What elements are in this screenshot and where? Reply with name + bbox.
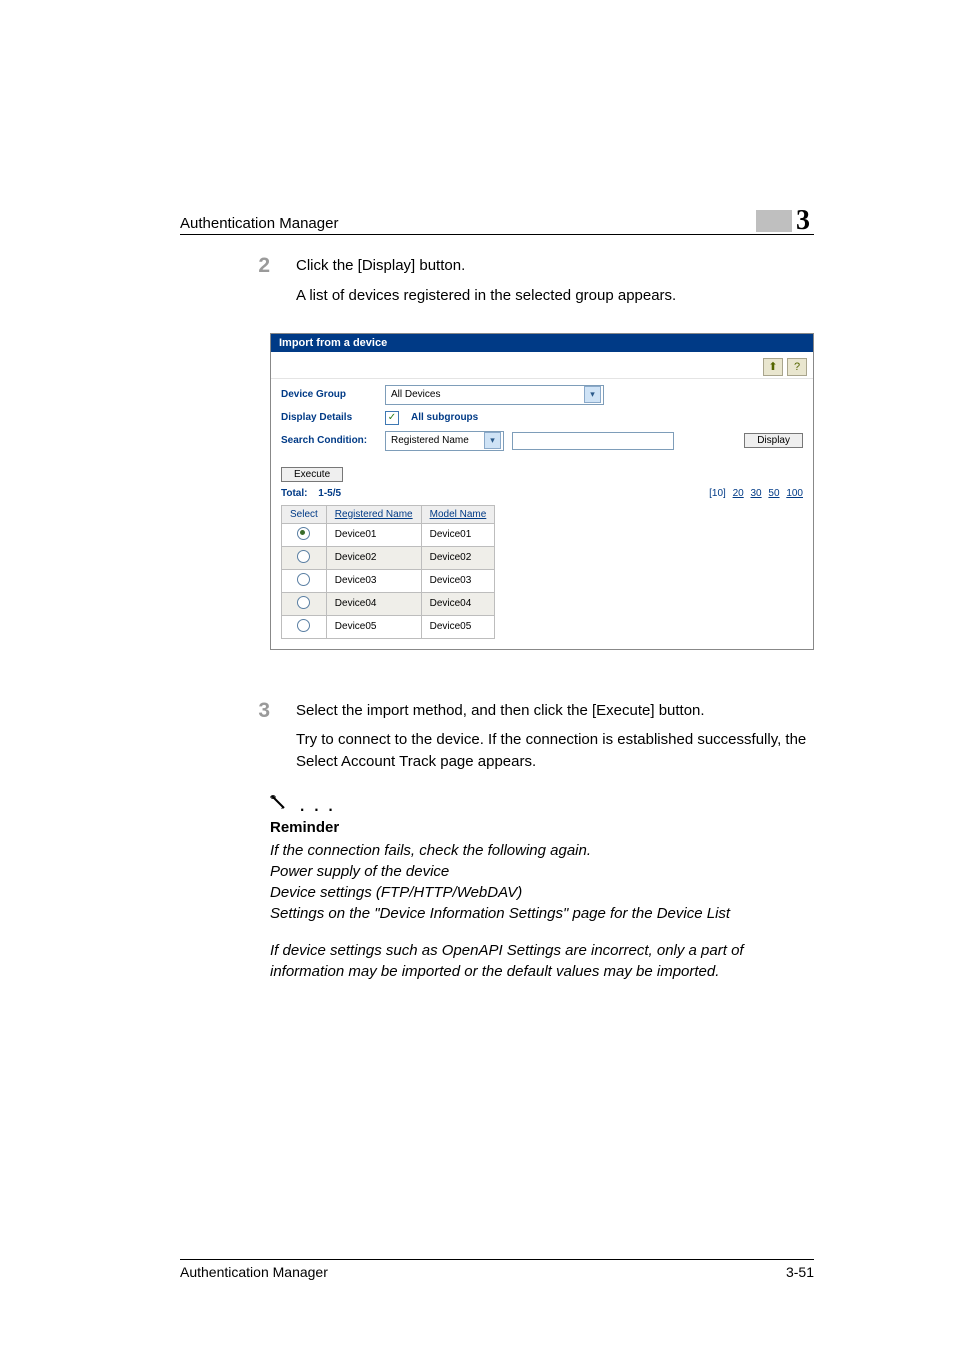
table-row: Device05 Device05: [282, 615, 495, 638]
pager-20[interactable]: 20: [733, 488, 744, 499]
reminder-line: Power supply of the device: [270, 861, 814, 882]
reminder-heading: Reminder: [270, 819, 814, 836]
reminder-line: If the connection fails, check the follo…: [270, 840, 814, 861]
row-model: Device05: [421, 615, 495, 638]
row-model: Device01: [421, 523, 495, 546]
pager: [10] 20 30 50 100: [709, 488, 803, 499]
col-model-name[interactable]: Model Name: [430, 509, 487, 520]
row-reg: Device04: [326, 592, 421, 615]
search-condition-value: Registered Name: [391, 435, 469, 446]
step-3-line-2: Try to connect to the device. If the con…: [296, 729, 814, 773]
search-condition-select[interactable]: Registered Name ▾: [385, 431, 504, 451]
row-reg: Device05: [326, 615, 421, 638]
chapter-number: 3: [792, 210, 814, 232]
total-value: 1-5/5: [318, 488, 341, 499]
note-icon: [270, 794, 292, 814]
step-3-line-1: Select the import method, and then click…: [296, 700, 814, 722]
pager-100[interactable]: 100: [786, 488, 803, 499]
step-2-line-2: A list of devices registered in the sele…: [296, 285, 814, 307]
up-icon[interactable]: ⬆: [763, 358, 783, 376]
chevron-down-icon: ▾: [484, 432, 501, 449]
execute-button[interactable]: Execute: [281, 467, 343, 482]
reminder-line: If device settings such as OpenAPI Setti…: [270, 940, 814, 982]
panel-titlebar: Import from a device: [271, 334, 813, 352]
display-details-label: Display Details: [281, 412, 377, 423]
device-group-value: All Devices: [391, 389, 440, 400]
row-model: Device04: [421, 592, 495, 615]
row-radio[interactable]: [297, 596, 310, 609]
search-condition-label: Search Condition:: [281, 435, 377, 446]
row-radio[interactable]: [297, 550, 310, 563]
table-row: Device02 Device02: [282, 546, 495, 569]
step-2-line-1: Click the [Display] button.: [296, 255, 814, 277]
device-group-label: Device Group: [281, 389, 377, 400]
row-radio[interactable]: [297, 573, 310, 586]
reminder-line: Device settings (FTP/HTTP/WebDAV): [270, 882, 814, 903]
table-row: Device04 Device04: [282, 592, 495, 615]
col-registered-name[interactable]: Registered Name: [335, 509, 413, 520]
row-reg: Device03: [326, 569, 421, 592]
row-radio[interactable]: [297, 527, 310, 540]
page-header-title: Authentication Manager: [180, 215, 338, 232]
chevron-down-icon: ▾: [584, 386, 601, 403]
device-table: Select Registered Name Model Name Device…: [281, 505, 495, 639]
footer-right: 3-51: [786, 1264, 814, 1280]
all-subgroups-checkbox[interactable]: ✓: [385, 411, 399, 425]
footer-left: Authentication Manager: [180, 1264, 328, 1280]
chapter-badge: 3: [756, 210, 814, 232]
row-reg: Device02: [326, 546, 421, 569]
pager-50[interactable]: 50: [768, 488, 779, 499]
pager-30[interactable]: 30: [751, 488, 762, 499]
reminder-line: Settings on the "Device Information Sett…: [270, 903, 814, 924]
help-icon[interactable]: ?: [787, 358, 807, 376]
import-from-device-panel: Import from a device ⬆ ? Device Group Al…: [270, 333, 814, 650]
step-2-number: 2: [180, 255, 296, 315]
col-select: Select: [282, 505, 327, 523]
row-model: Device03: [421, 569, 495, 592]
device-group-select[interactable]: All Devices ▾: [385, 385, 604, 405]
table-row: Device01 Device01: [282, 523, 495, 546]
total-label: Total:: [281, 488, 307, 499]
search-input[interactable]: [512, 432, 674, 450]
row-model: Device02: [421, 546, 495, 569]
pager-current: [10]: [709, 488, 726, 499]
ellipsis-icon: . . .: [292, 791, 335, 816]
row-radio[interactable]: [297, 619, 310, 632]
display-button[interactable]: Display: [744, 433, 803, 448]
table-row: Device03 Device03: [282, 569, 495, 592]
row-reg: Device01: [326, 523, 421, 546]
step-3-number: 3: [180, 700, 296, 781]
all-subgroups-label: All subgroups: [411, 412, 478, 423]
